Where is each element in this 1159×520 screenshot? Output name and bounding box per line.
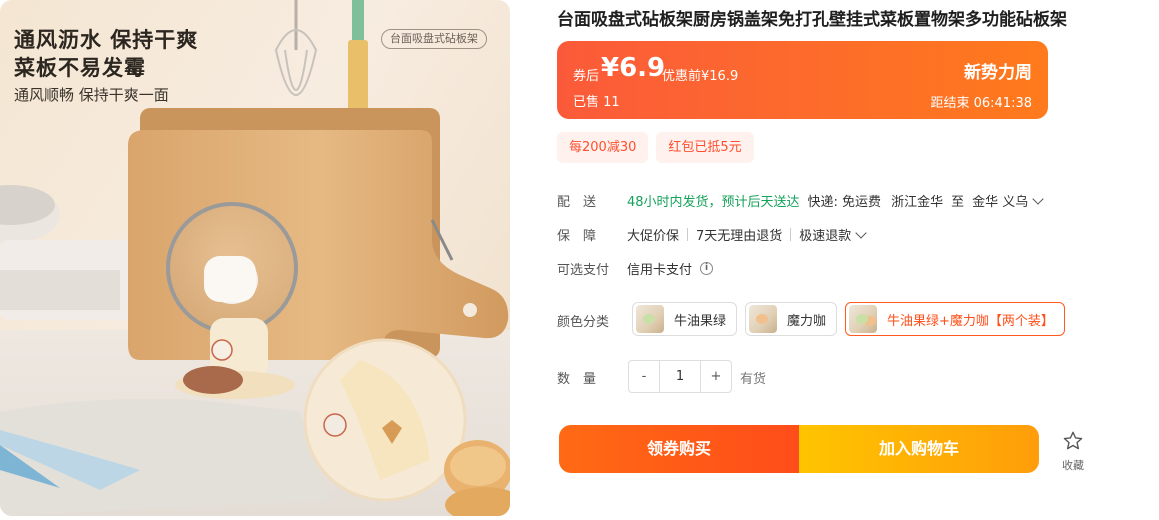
delivery-promise: 48小时内发货，预计后天送达 — [627, 195, 800, 210]
color-option-label: 牛油果绿+魔力咖【两个装】 — [887, 313, 1054, 329]
payment-method: 信用卡支付 — [627, 263, 693, 278]
price-banner: 券后 ¥6.9 优惠前¥16.9 已售 11 新势力周 距结束 06:41:38 — [557, 41, 1048, 119]
chevron-down-icon[interactable] — [855, 226, 867, 239]
quantity-input[interactable]: 1 — [659, 361, 701, 392]
image-tag: 台面吸盘式砧板架 — [381, 29, 487, 49]
coupon-chip-discount[interactable]: 每200减30 — [557, 132, 649, 163]
original-price: 优惠前¥16.9 — [662, 69, 739, 84]
buy-with-coupon-button[interactable]: 领券购买 — [559, 425, 799, 473]
color-option-label: 魔力咖 — [787, 313, 827, 329]
coupon-row: 每200减30 红包已抵5元 — [557, 132, 754, 163]
countdown-timer: 距结束 06:41:38 — [930, 96, 1032, 111]
payment-label: 可选支付 — [557, 263, 610, 278]
guarantee-item-price-protect: 大促价保 — [627, 229, 680, 244]
star-icon — [1063, 431, 1083, 450]
hero-headline-2: 菜板不易发霉 — [14, 56, 146, 80]
divider — [687, 228, 689, 241]
color-thumbnail — [849, 305, 878, 333]
color-thumbnail — [636, 305, 664, 333]
color-options: 牛油果绿 魔力咖 牛油果绿+魔力咖【两个装】 — [632, 302, 1065, 336]
info-icon[interactable]: i — [700, 262, 714, 275]
delivery-destination[interactable]: 金华 义乌 — [972, 191, 1028, 210]
chevron-down-icon[interactable] — [1032, 192, 1044, 205]
stock-status: 有货 — [740, 372, 767, 387]
guarantee-info: 大促价保 7天无理由退货 极速退款 — [627, 225, 867, 244]
quantity-label: 数量 — [557, 372, 610, 387]
color-option-green[interactable]: 牛油果绿 — [632, 302, 738, 336]
color-option-label: 牛油果绿 — [674, 313, 727, 329]
favorite-label: 收藏 — [1062, 459, 1084, 472]
product-title: 台面吸盘式砧板架厨房锅盖架免打孔壁挂式菜板置物架多功能砧板架 — [557, 10, 1067, 30]
delivery-to-word: 至 — [951, 195, 965, 210]
sold-count: 已售 11 — [573, 95, 620, 110]
product-image[interactable]: 通风沥水 保持干爽 菜板不易发霉 通风顺畅 保持干爽一面 台面吸盘式砧板架 — [0, 0, 510, 516]
favorite-button[interactable]: 收藏 — [1056, 430, 1090, 473]
payment-info: 信用卡支付 i — [627, 259, 714, 278]
quantity-stepper: - 1 + — [628, 360, 732, 393]
quantity-plus-button[interactable]: + — [701, 361, 731, 392]
coupon-price-label: 券后 — [573, 69, 600, 84]
color-thumbnail — [749, 305, 778, 333]
add-to-cart-button[interactable]: 加入购物车 — [799, 425, 1039, 473]
coupon-price: ¥6.9 — [601, 53, 666, 83]
color-option-coffee[interactable]: 魔力咖 — [745, 302, 838, 336]
color-option-bundle[interactable]: 牛油果绿+魔力咖【两个装】 — [845, 302, 1065, 336]
delivery-from: 浙江金华 — [891, 195, 944, 210]
hero-subline: 通风顺畅 保持干爽一面 — [14, 86, 169, 104]
divider — [790, 228, 792, 241]
guarantee-item-refund[interactable]: 极速退款 — [799, 225, 851, 244]
quantity-minus-button[interactable]: - — [629, 361, 659, 392]
guarantee-label: 保障 — [557, 229, 610, 244]
promo-label: 新势力周 — [964, 63, 1032, 83]
coupon-chip-redpacket[interactable]: 红包已抵5元 — [656, 132, 754, 163]
hero-headline-1: 通风沥水 保持干爽 — [14, 28, 199, 52]
guarantee-item-return: 7天无理由退货 — [696, 229, 783, 244]
delivery-label: 配送 — [557, 195, 610, 210]
delivery-info: 48小时内发货，预计后天送达 快递: 免运费 浙江金华 至 金华 义乌 — [627, 191, 1044, 210]
color-label: 颜色分类 — [557, 315, 610, 330]
delivery-express: 快递: 免运费 — [807, 195, 882, 210]
